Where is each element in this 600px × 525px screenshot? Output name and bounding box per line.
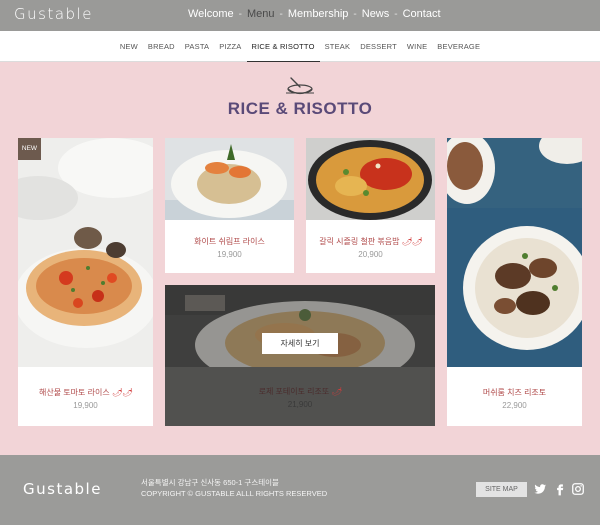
product-card-rose-potato-risotto[interactable]: 자세히 보기 로제 포테이토 리조또 🌶 21,900 (165, 285, 435, 426)
product-card-seafood-tomato-rice[interactable]: NEW 해산물 토마토 라이스 🌶🌶 19,900 (18, 138, 153, 426)
footer-info: 서울특별시 강남구 신사동 650-1 구스테이블 COPYRIGHT © GU… (141, 477, 327, 499)
page-title: RICE & RISOTTO (227, 99, 373, 118)
category-tab-new[interactable]: NEW (115, 31, 143, 62)
product-card-mushroom-cheese-risotto[interactable]: 머쉬룸 치즈 리조토 22,900 (447, 138, 582, 426)
product-name: 화이트 쉬림프 라이스 (194, 237, 265, 246)
product-price: 21,900 (287, 400, 313, 409)
nav-separator: - (238, 8, 242, 20)
category-tab-dessert[interactable]: DESSERT (355, 31, 402, 62)
main-nav: Welcome - Menu - Membership - News - Con… (188, 8, 441, 20)
spicy-icon: 🌶🌶 (401, 237, 422, 246)
spicy-icon: 🌶🌶 (111, 388, 132, 397)
instagram-icon[interactable] (571, 482, 585, 496)
product-price: 19,900 (217, 250, 242, 259)
nav-welcome[interactable]: Welcome (188, 8, 234, 20)
product-price: 19,900 (73, 401, 98, 410)
product-price: 22,900 (502, 401, 527, 410)
product-card-garlic-sizzling-fried-rice[interactable]: 갈릭 시즐링 철판 볶음밥 🌶🌶 20,900 (306, 138, 435, 273)
product-card-white-shrimp-rice[interactable]: 화이트 쉬림프 라이스 19,900 (165, 138, 294, 273)
nav-news[interactable]: News (362, 8, 390, 20)
nav-contact[interactable]: Contact (403, 8, 441, 20)
category-tab-steak[interactable]: STEAK (320, 31, 356, 62)
nav-separator: - (353, 8, 357, 20)
product-price: 20,900 (358, 250, 383, 259)
product-image (165, 138, 294, 220)
sitemap-button[interactable]: SITE MAP (476, 482, 527, 497)
category-tab-bread[interactable]: BREAD (143, 31, 180, 62)
nav-separator: - (394, 8, 398, 20)
product-image (18, 138, 153, 367)
top-bar: Gustable Welcome - Menu - Membership - N… (0, 0, 600, 31)
dish-icon (286, 77, 314, 95)
spicy-icon: 🌶 (331, 387, 342, 396)
product-name: 갈릭 시즐링 철판 볶음밥 🌶🌶 (319, 237, 422, 246)
footer: Gustable 서울특별시 강남구 신사동 650-1 구스테이블 COPYR… (0, 455, 600, 525)
product-image (447, 138, 582, 367)
facebook-icon[interactable] (553, 482, 567, 496)
product-image (306, 138, 435, 220)
category-tab-pasta[interactable]: PASTA (180, 31, 214, 62)
twitter-icon[interactable] (533, 482, 547, 496)
product-name: 머쉬룸 치즈 리조토 (482, 388, 547, 397)
category-nav: NEW BREAD PASTA PIZZA RICE & RISOTTO STE… (0, 31, 600, 62)
footer-copyright: COPYRIGHT © GUSTABLE ALLL RIGHTS RESERVE… (141, 489, 328, 498)
category-tab-wine[interactable]: WINE (402, 31, 432, 62)
product-name: 해산물 토마토 라이스 🌶🌶 (39, 388, 132, 397)
new-badge: NEW (18, 138, 41, 160)
nav-separator: - (279, 8, 283, 20)
category-tab-rice-risotto[interactable]: RICE & RISOTTO (246, 31, 320, 62)
view-details-button[interactable]: 자세히 보기 (262, 333, 338, 354)
footer-logo[interactable]: Gustable (23, 480, 102, 498)
category-tab-pizza[interactable]: PIZZA (214, 31, 246, 62)
nav-membership[interactable]: Membership (288, 8, 349, 20)
brand-logo[interactable]: Gustable (14, 5, 93, 23)
nav-menu[interactable]: Menu (247, 8, 275, 20)
category-tab-beverage[interactable]: BEVERAGE (432, 31, 485, 62)
footer-address: 서울특별시 강남구 신사동 650-1 구스테이블 (141, 478, 279, 487)
product-name: 로제 포테이토 리조또 🌶 (258, 387, 342, 396)
